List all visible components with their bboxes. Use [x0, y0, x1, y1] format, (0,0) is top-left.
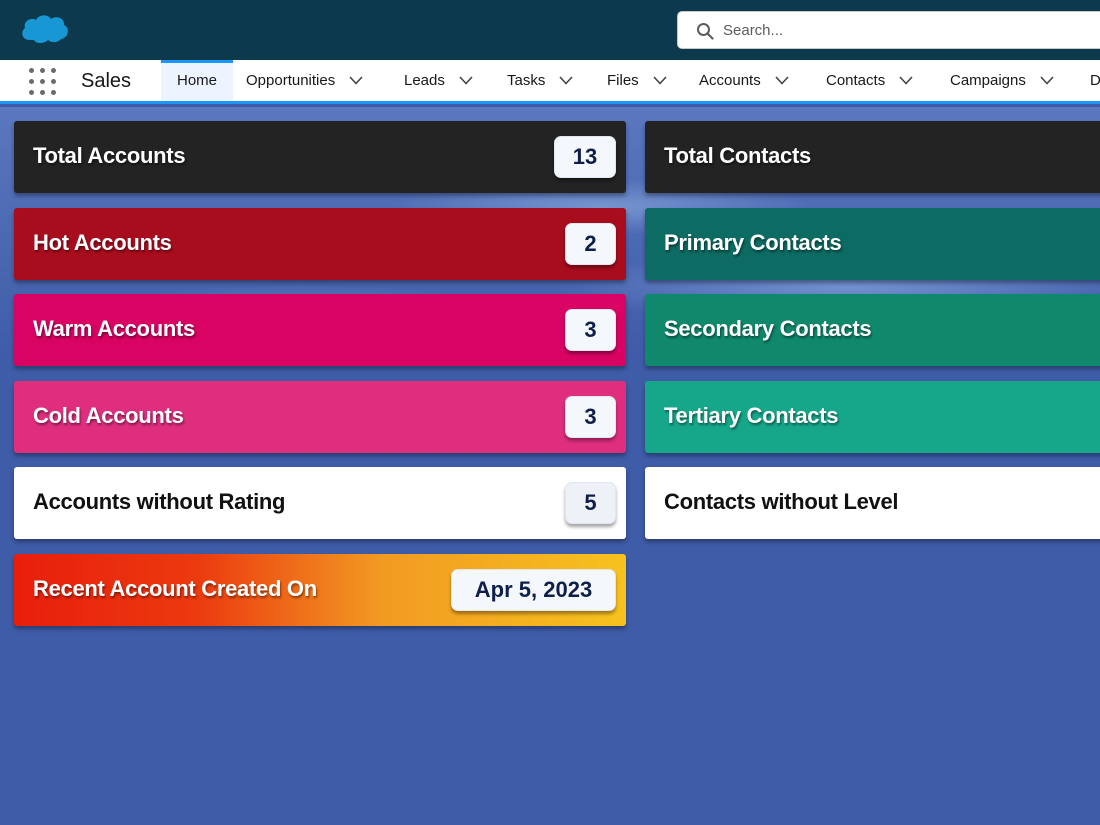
chevron-down-icon[interactable] [349, 76, 363, 85]
nav-tab-label: Files [607, 72, 639, 89]
nav-tab-label: Contacts [826, 72, 886, 89]
card-label: Total Contacts [664, 143, 811, 168]
nav-tab-leads[interactable]: Leads [404, 60, 473, 101]
card-label: Contacts without Level [664, 489, 899, 514]
date-badge: Apr 5, 2023 [451, 569, 616, 611]
card-label: Warm Accounts [33, 316, 195, 341]
nav-tab-home[interactable]: Home [161, 60, 233, 101]
card-label: Primary Contacts [664, 230, 842, 255]
tertiary-contacts-card[interactable]: Tertiary Contacts [645, 381, 1100, 453]
count-badge: 3 [565, 309, 616, 351]
nav-tab-accounts[interactable]: Accounts [699, 60, 789, 101]
contacts-without-level-card[interactable]: Contacts without Level [645, 467, 1100, 539]
nav-tab-contacts[interactable]: Contacts [826, 60, 913, 101]
nav-tab-overflow[interactable]: D [1090, 60, 1100, 101]
chevron-down-icon[interactable] [899, 76, 913, 85]
nav-tab-label: Leads [404, 72, 445, 89]
card-label: Total Accounts [33, 143, 186, 168]
nav-tab-label: Home [176, 72, 217, 89]
primary-contacts-card[interactable]: Primary Contacts [645, 208, 1100, 280]
search-icon [697, 23, 714, 40]
nav-tab-label: Tasks [507, 72, 546, 89]
card-label: Hot Accounts [33, 230, 172, 255]
nav-tab-tasks[interactable]: Tasks [507, 60, 573, 101]
chevron-down-icon[interactable] [559, 76, 573, 85]
chevron-down-icon[interactable] [775, 76, 789, 85]
app-launcher-icon[interactable] [29, 68, 56, 95]
salesforce-cloud-logo[interactable] [18, 10, 70, 48]
nav-tab-label: Opportunities [246, 72, 336, 89]
count-badge: 13 [554, 136, 616, 178]
secondary-contacts-card[interactable]: Secondary Contacts [645, 294, 1100, 366]
count-badge: 3 [565, 396, 616, 438]
nav-tab-label: D [1090, 72, 1100, 89]
card-label: Accounts without Rating [33, 489, 286, 514]
global-header [0, 0, 1100, 60]
app-navigation-bar: Sales Home Opportunities Leads Tasks Fil… [0, 60, 1100, 104]
total-accounts-card[interactable]: Total Accounts 13 [14, 121, 626, 193]
app-name: Sales [81, 70, 132, 92]
card-label: Tertiary Contacts [664, 403, 839, 428]
card-label: Cold Accounts [33, 403, 184, 428]
global-search-box[interactable] [677, 11, 1100, 49]
nav-tab-campaigns[interactable]: Campaigns [950, 60, 1054, 101]
count-badge: 2 [565, 223, 616, 265]
nav-tab-label: Campaigns [950, 72, 1026, 89]
chevron-down-icon[interactable] [653, 76, 667, 85]
card-label: Secondary Contacts [664, 316, 872, 341]
chevron-down-icon[interactable] [459, 76, 473, 85]
nav-tab-files[interactable]: Files [607, 60, 667, 101]
warm-accounts-card[interactable]: Warm Accounts 3 [14, 294, 626, 366]
count-badge: 5 [565, 482, 616, 524]
hot-accounts-card[interactable]: Hot Accounts 2 [14, 208, 626, 280]
cold-accounts-card[interactable]: Cold Accounts 3 [14, 381, 626, 453]
nav-tab-label: Accounts [699, 72, 761, 89]
total-contacts-card[interactable]: Total Contacts [645, 121, 1100, 193]
search-input[interactable] [723, 12, 1100, 48]
nav-tab-opportunities[interactable]: Opportunities [246, 60, 363, 101]
chevron-down-icon[interactable] [1040, 76, 1054, 85]
recent-account-created-card[interactable]: Recent Account Created On Apr 5, 2023 [14, 554, 626, 626]
card-label: Recent Account Created On [33, 576, 317, 601]
accounts-without-rating-card[interactable]: Accounts without Rating 5 [14, 467, 626, 539]
